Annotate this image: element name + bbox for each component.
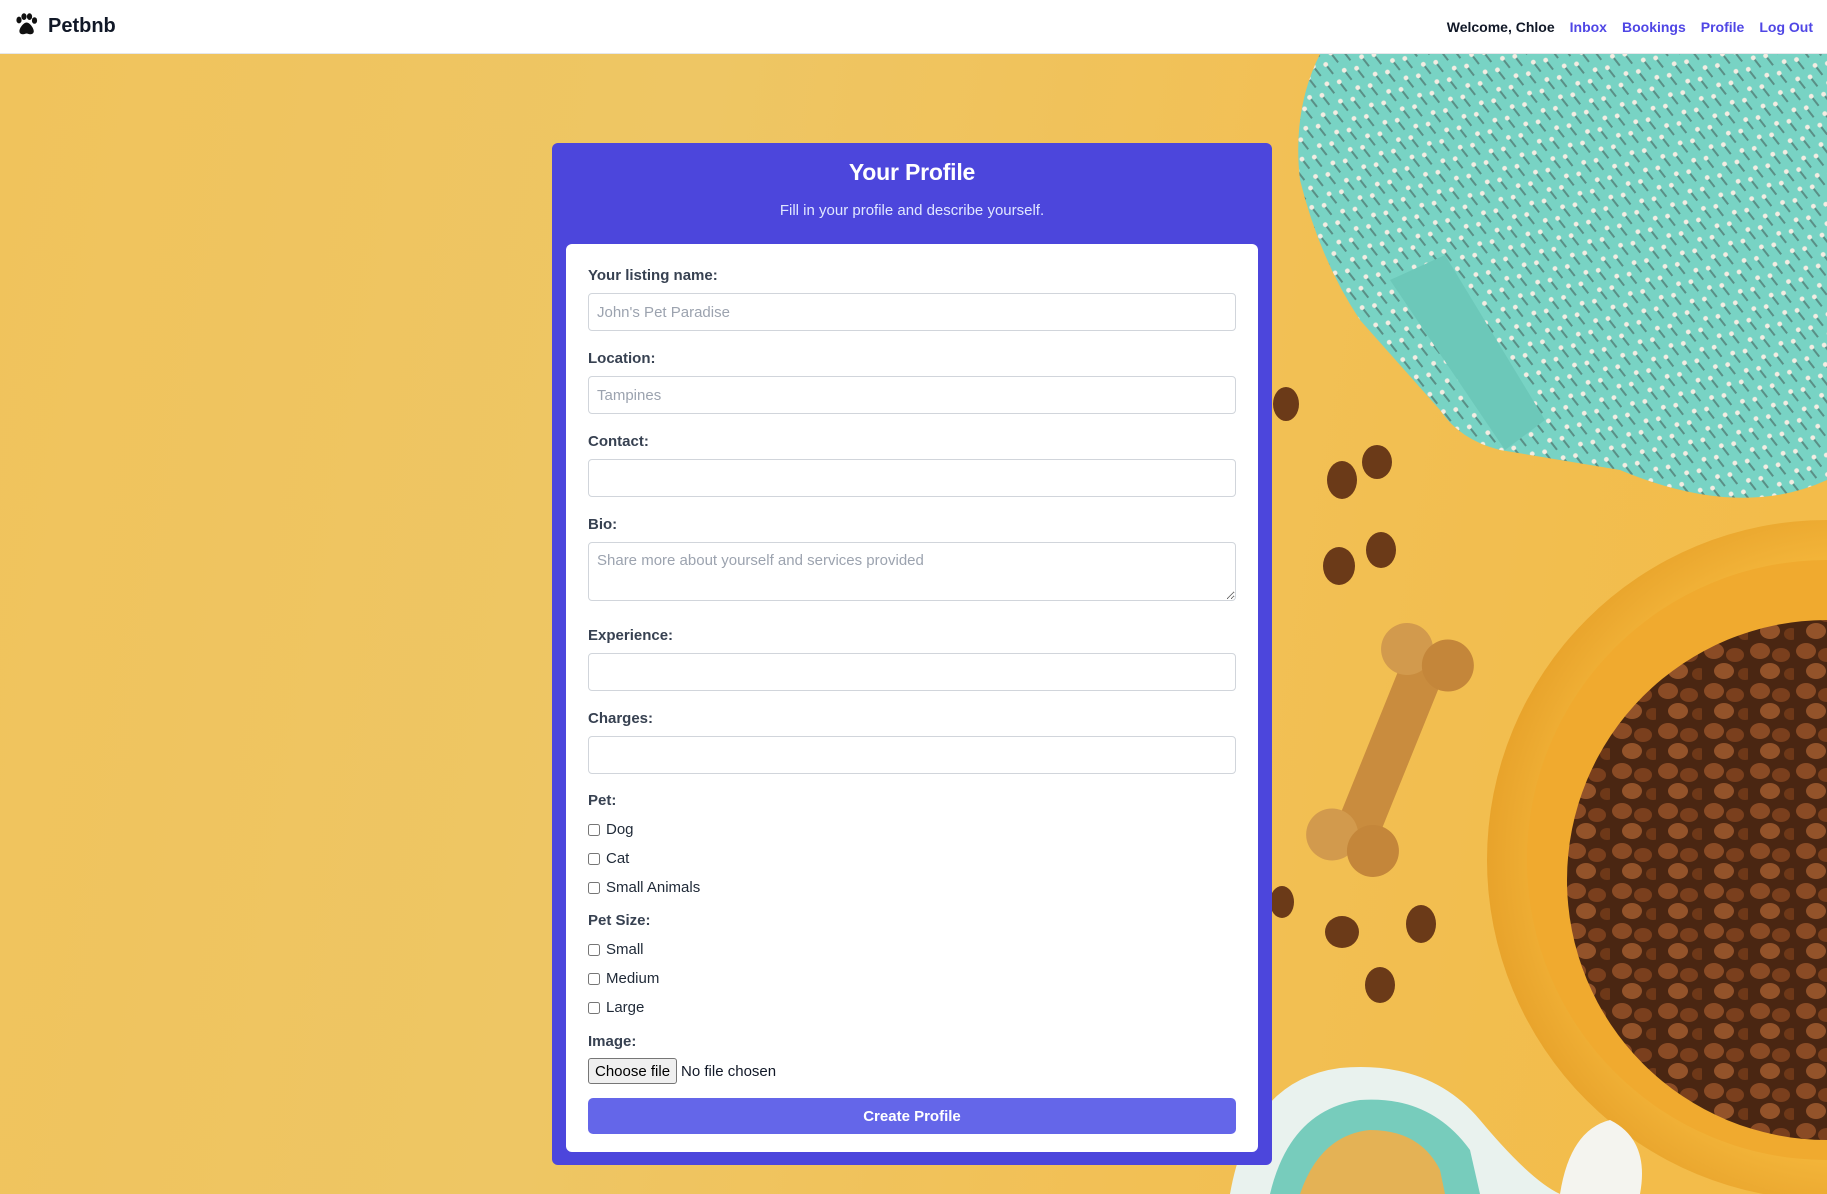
experience-label: Experience: — [588, 627, 674, 644]
profile-form: Your listing name: Location: Contact: Bi… — [566, 244, 1258, 1152]
pet-options: Dog Cat Small Animals — [588, 815, 1236, 902]
contact-label: Contact: — [588, 433, 649, 450]
size-small-label: Small — [606, 941, 644, 958]
pet-size-option-medium[interactable]: Medium — [588, 964, 1236, 993]
size-medium-label: Medium — [606, 970, 660, 987]
size-small-checkbox[interactable] — [588, 943, 600, 956]
location-label: Location: — [588, 350, 656, 367]
pet-size-label: Pet Size: — [588, 912, 651, 929]
charges-label: Charges: — [588, 710, 654, 727]
user-nav: Welcome, Chloe Inbox Bookings Profile Lo… — [1447, 19, 1813, 35]
experience-input[interactable] — [588, 653, 1236, 691]
image-label: Image: — [588, 1033, 637, 1050]
nav-link-bookings[interactable]: Bookings — [1622, 19, 1686, 35]
pet-option-cat[interactable]: Cat — [588, 844, 1236, 873]
location-input[interactable] — [588, 376, 1236, 414]
size-large-checkbox[interactable] — [588, 1001, 600, 1014]
pet-option-dog[interactable]: Dog — [588, 815, 1236, 844]
pet-size-option-small[interactable]: Small — [588, 935, 1236, 964]
bio-textarea[interactable] — [588, 542, 1236, 601]
size-large-label: Large — [606, 999, 645, 1016]
profile-card: Your Profile Fill in your profile and de… — [552, 143, 1272, 1165]
image-file-input: Choose file No file chosen — [588, 1058, 1236, 1084]
page-subtitle: Fill in your profile and describe yourse… — [779, 202, 1045, 219]
pet-small-animals-checkbox[interactable] — [588, 881, 600, 894]
pet-cat-label: Cat — [606, 850, 630, 867]
charges-input[interactable] — [588, 736, 1236, 774]
pet-cat-checkbox[interactable] — [588, 852, 600, 865]
brand-logo[interactable]: Petbnb — [14, 13, 116, 40]
choose-file-button[interactable]: Choose file — [588, 1058, 678, 1084]
create-profile-button[interactable]: Create Profile — [588, 1098, 1236, 1134]
contact-input[interactable] — [588, 459, 1236, 497]
pet-dog-checkbox[interactable] — [588, 823, 600, 836]
page-title: Your Profile — [848, 159, 976, 185]
top-navbar: Petbnb Welcome, Chloe Inbox Bookings Pro… — [0, 0, 1827, 54]
nav-link-logout[interactable]: Log Out — [1759, 19, 1813, 35]
pet-dog-label: Dog — [606, 821, 634, 838]
paw-icon — [14, 13, 38, 40]
bio-label: Bio: — [588, 516, 618, 533]
brand-name: Petbnb — [48, 15, 116, 37]
listing-name-label: Your listing name: — [588, 267, 718, 284]
pet-size-options: Small Medium Large — [588, 935, 1236, 1022]
pet-option-small-animals[interactable]: Small Animals — [588, 873, 1236, 902]
welcome-text: Welcome, Chloe — [1446, 18, 1555, 35]
pet-small-animals-label: Small Animals — [606, 879, 701, 896]
pet-label: Pet: — [588, 792, 617, 809]
listing-name-input[interactable] — [588, 293, 1236, 331]
nav-link-inbox[interactable]: Inbox — [1570, 19, 1607, 35]
file-status-text: No file chosen — [681, 1062, 777, 1080]
size-medium-checkbox[interactable] — [588, 972, 600, 985]
nav-link-profile[interactable]: Profile — [1701, 19, 1745, 35]
pet-size-option-large[interactable]: Large — [588, 993, 1236, 1022]
